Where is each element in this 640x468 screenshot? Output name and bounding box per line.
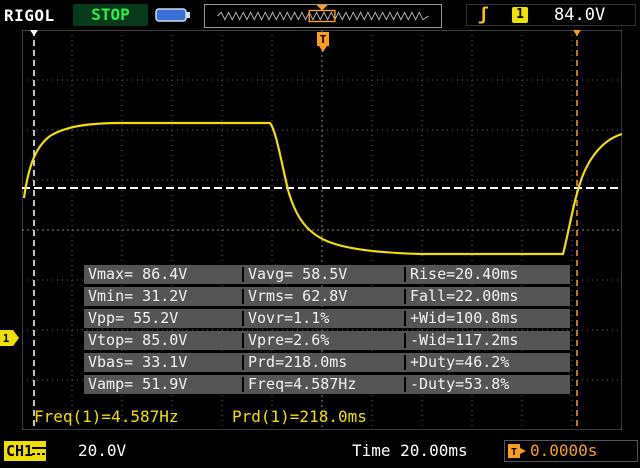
measurement-row: Vpp= 55.2V Vovr=1.1% +Wid=100.8ms: [84, 309, 570, 328]
memory-icon: [155, 8, 190, 22]
measurement-value: Vrms= 62.8V: [248, 287, 348, 305]
trigger-level: 84.0V: [554, 5, 606, 25]
measurement-value: +Duty=46.2%: [410, 353, 510, 371]
measurement-row: Vtop= 85.0V Vpre=2.6% -Wid=117.2ms: [84, 331, 570, 350]
measurement-value: Vavg= 58.5V: [248, 265, 348, 283]
measurement-separator: [404, 289, 406, 304]
measurement-value: Vtop= 85.0V: [88, 331, 188, 349]
channel1-marker[interactable]: 1: [0, 330, 20, 346]
measurement-value: -Duty=53.8%: [410, 375, 510, 393]
period-readout: Prd(1)=218.0ms: [232, 407, 367, 426]
trigger-position-icon: T: [317, 32, 329, 52]
measurement-value: Vpre=2.6%: [248, 331, 330, 349]
measurement-separator: [242, 311, 244, 326]
svg-text:T: T: [511, 447, 517, 458]
rising-edge-icon: ʃ: [478, 4, 489, 25]
svg-text:1: 1: [3, 332, 10, 345]
channel1-label-text: CH1: [6, 442, 34, 460]
timebase-scale: Time 20.00ms: [352, 441, 468, 460]
measurement-separator: [242, 289, 244, 304]
measurement-value: +Wid=100.8ms: [410, 309, 519, 327]
measurement-row: Vmin= 31.2V Vrms= 62.8V Fall=22.00ms: [84, 287, 570, 306]
measurement-separator: [242, 267, 244, 282]
measurement-separator: [404, 333, 406, 348]
channel1-scale: 20.0V: [78, 441, 127, 460]
measurement-value: Vamp= 51.9V: [88, 375, 188, 393]
measurement-value: Vpp= 55.2V: [88, 309, 179, 327]
measurement-separator: [404, 267, 406, 282]
cursor-right-marker: [573, 30, 581, 36]
measurement-separator: [242, 333, 244, 348]
measurement-row: Vamp= 51.9V Freq=4.587Hz -Duty=53.8%: [84, 375, 570, 394]
frequency-readout: Freq(1)=4.587Hz: [34, 407, 179, 426]
measurement-value: Rise=20.40ms: [410, 265, 519, 283]
measurement-separator: [242, 355, 244, 370]
measurement-value: Freq=4.587Hz: [248, 375, 357, 393]
measurement-separator: [404, 377, 406, 392]
measurement-value: Vmax= 86.4V: [88, 265, 188, 283]
measurement-value: Vbas= 33.1V: [88, 353, 188, 371]
measurement-row: Vmax= 86.4V Vavg= 58.5V Rise=20.40ms: [84, 265, 570, 284]
measurement-value: Vovr=1.1%: [248, 309, 330, 327]
trigger-offset-value: 0.0000s: [530, 441, 598, 460]
measurement-row: Vbas= 33.1V Prd=218.0ms +Duty=46.2%: [84, 353, 570, 372]
trigger-offset-icon: T: [508, 444, 526, 458]
dc-coupling-icon: [32, 447, 46, 455]
measurement-value: Fall=22.00ms: [410, 287, 519, 305]
measurement-separator: [242, 377, 244, 392]
brand-logo: RIGOL: [4, 6, 55, 25]
channel1-label[interactable]: CH1: [4, 441, 46, 461]
measurement-value: -Wid=117.2ms: [410, 331, 519, 349]
trigger-source-badge: 1: [512, 7, 528, 23]
trigger-panel[interactable]: [466, 4, 636, 26]
svg-text:T: T: [320, 33, 327, 46]
measurement-separator: [404, 355, 406, 370]
measurement-value: Prd=218.0ms: [248, 353, 348, 371]
measurement-value: Vmin= 31.2V: [88, 287, 188, 305]
run-stop-status[interactable]: STOP: [73, 4, 148, 26]
cursor-left-marker: [30, 30, 38, 36]
measurement-separator: [404, 311, 406, 326]
memory-depth-bar: [204, 4, 442, 28]
